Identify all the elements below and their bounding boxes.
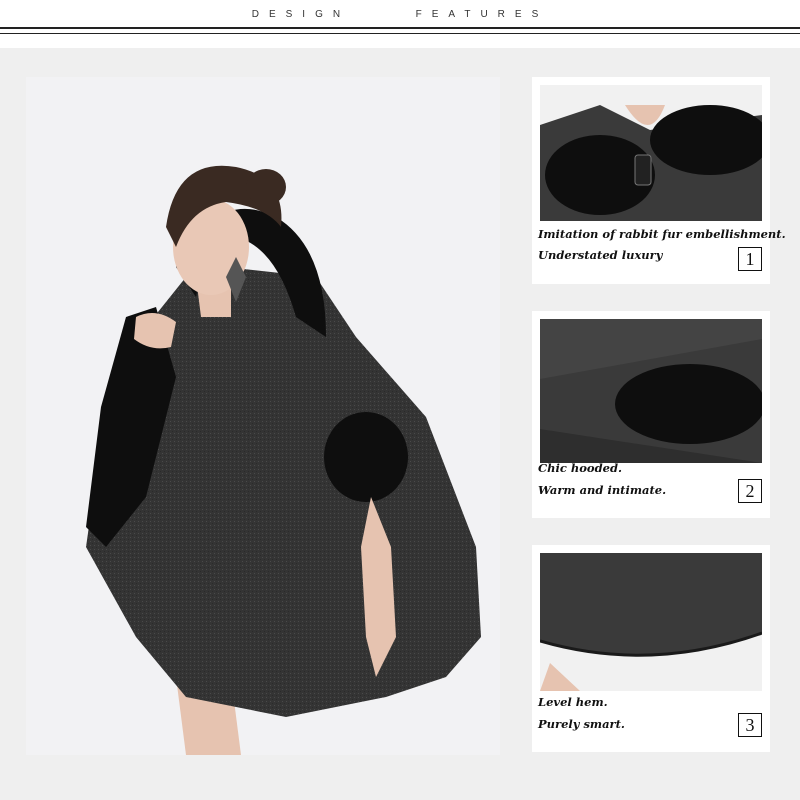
feature-card-3: Level hem. Purely smart. 3 — [532, 545, 770, 752]
title-design: DESIGN — [251, 9, 351, 20]
divider-thin — [0, 33, 800, 34]
feature-caption-1a: Imitation of rabbit fur embellishment. — [538, 227, 786, 241]
title-features: FEATURES — [415, 9, 549, 20]
section-title: DESIGN FEATURES — [0, 9, 800, 20]
feature-number-2: 2 — [738, 479, 762, 503]
feature-photo-level-hem — [540, 553, 762, 691]
feature-caption-3a: Level hem. — [538, 695, 608, 709]
feature-photo-fur-collar — [540, 85, 762, 221]
feature-caption-2a: Chic hooded. — [538, 461, 622, 475]
fur-collar-illustration — [540, 85, 762, 221]
level-hem-illustration — [540, 553, 762, 691]
feature-caption-1b: Understated luxury — [538, 248, 663, 262]
feature-number-1: 1 — [738, 247, 762, 271]
feature-card-2: Chic hooded. Warm and intimate. 2 — [532, 311, 770, 518]
feature-caption-2b: Warm and intimate. — [538, 483, 667, 497]
divider-thick — [0, 27, 800, 29]
feature-number-3: 3 — [738, 713, 762, 737]
main-product-photo — [26, 77, 500, 755]
header-bar: DESIGN FEATURES — [0, 0, 800, 48]
feature-card-1: Imitation of rabbit fur embellishment. U… — [532, 77, 786, 284]
feature-caption-3b: Purely smart. — [538, 717, 625, 731]
feature-photo-fur-cuff — [540, 319, 762, 463]
model-illustration — [86, 165, 481, 755]
fur-cuff-illustration — [540, 319, 762, 463]
